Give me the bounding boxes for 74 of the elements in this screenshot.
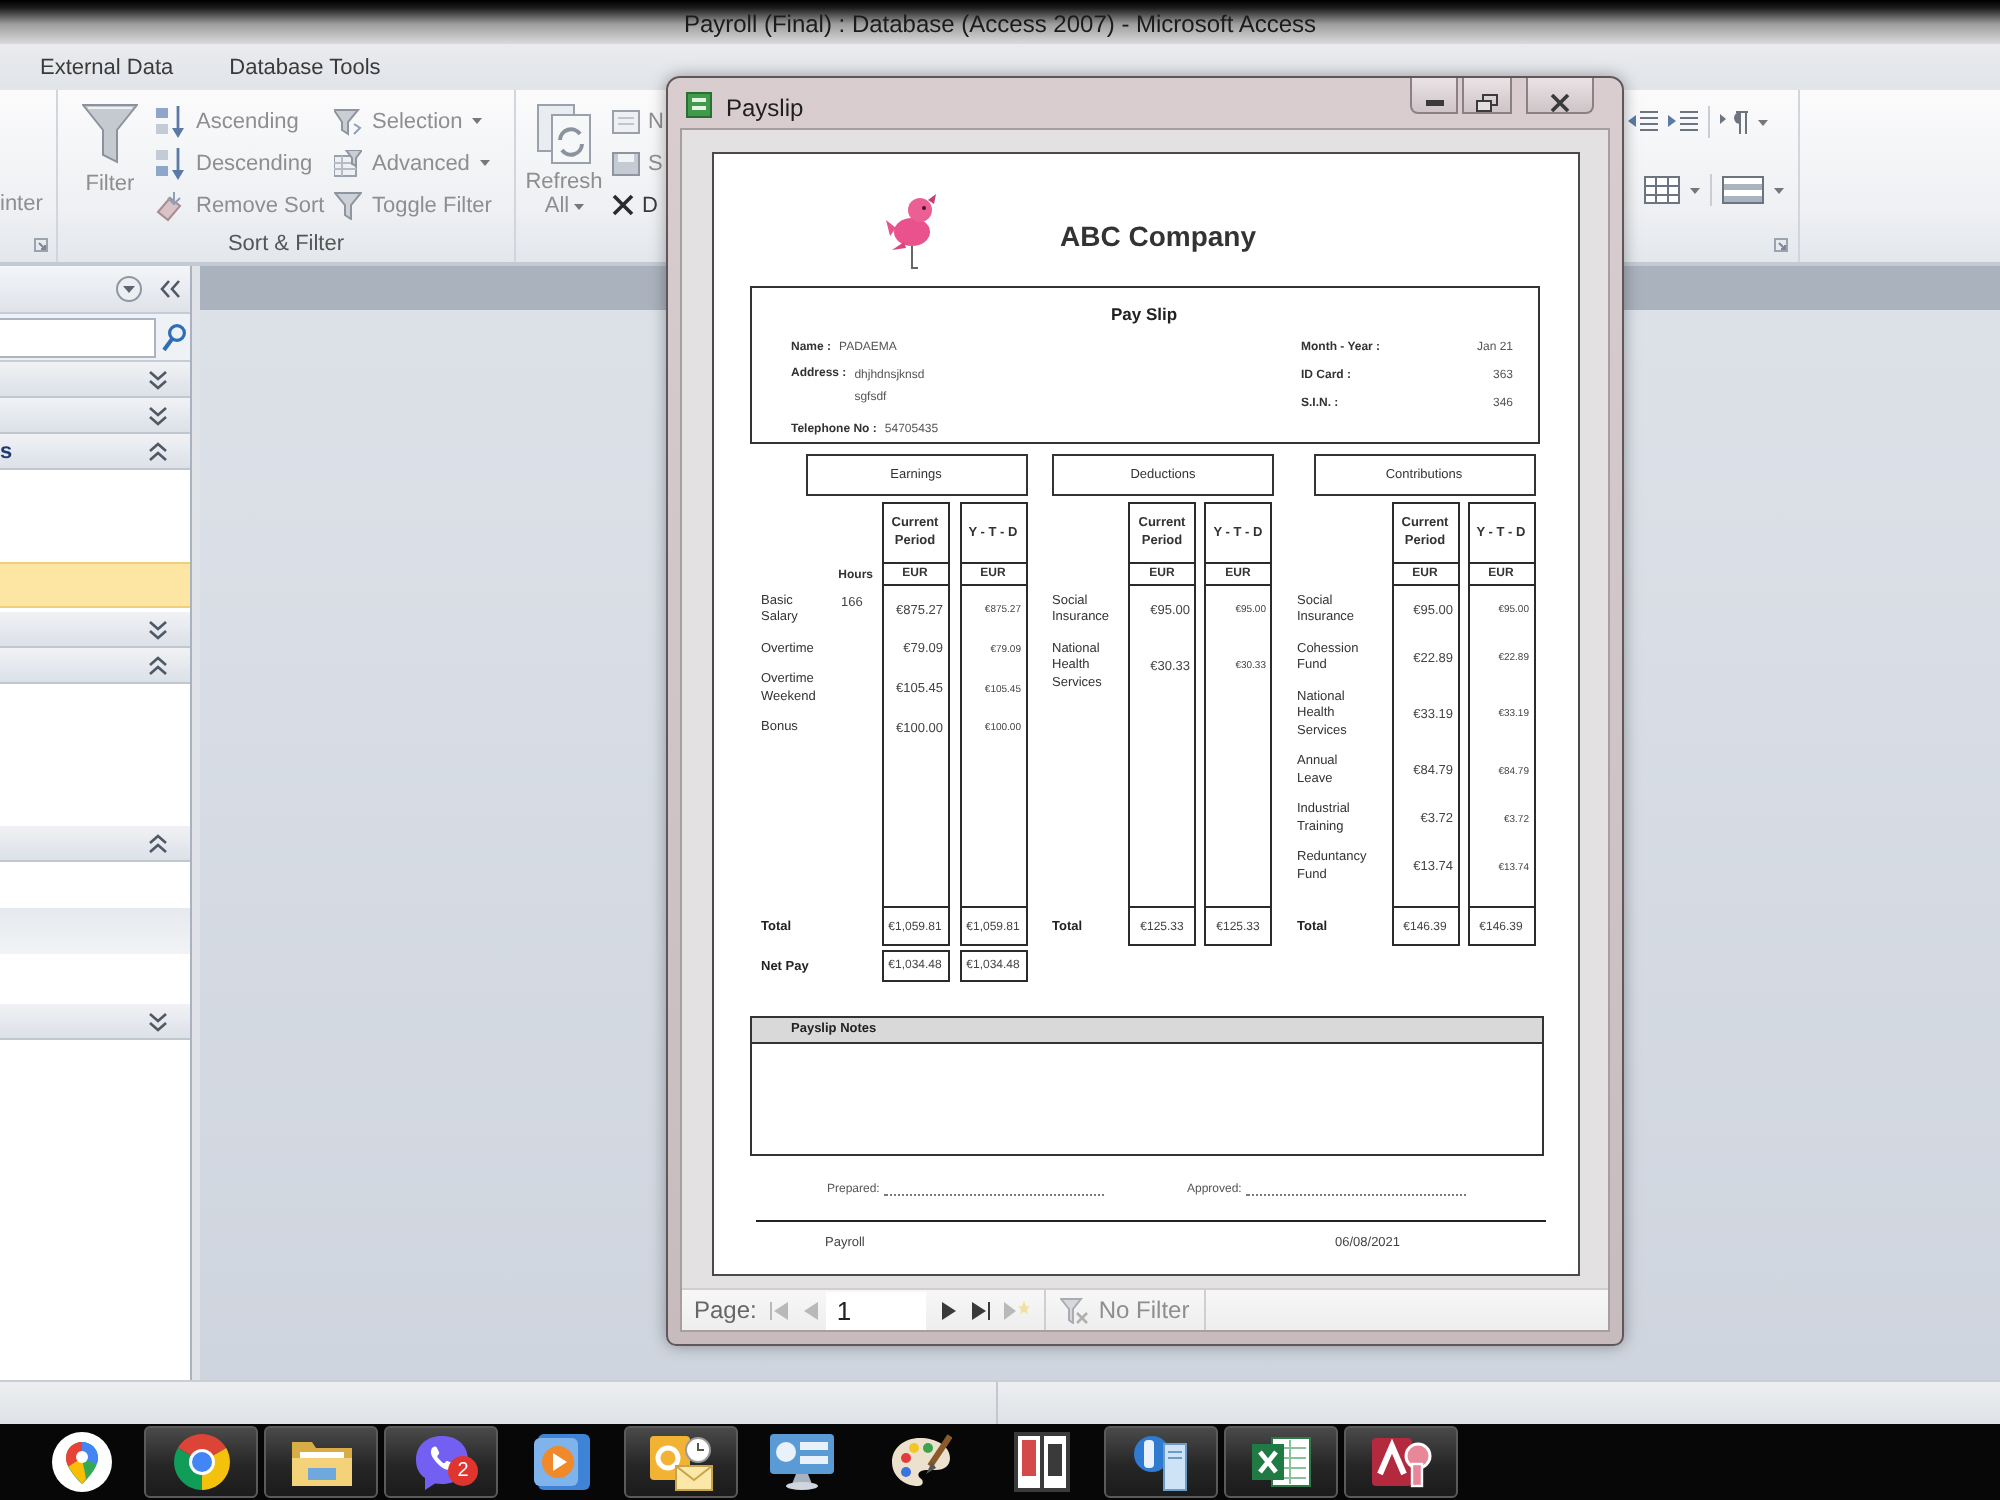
monitor-icon [769,1434,833,1490]
dropdown-icon[interactable] [116,276,142,302]
taskbar-button[interactable] [1104,1426,1218,1498]
paragraph-direction-icon[interactable] [1720,110,1748,134]
ribbon-button[interactable]: inter [0,184,43,226]
sort-ascending-icon [156,105,186,137]
collapse-icon[interactable] [160,280,180,298]
ribbon-tab[interactable]: Database Tools [229,51,381,83]
refresh-icon [536,104,592,164]
alternate-rows-icon[interactable] [1722,176,1764,204]
play-icon [533,1434,589,1490]
caret-icon [573,203,584,210]
decrease-indent-icon[interactable] [1628,110,1658,134]
payslip-heading: Pay Slip [1108,302,1180,326]
funnel-cross-icon [1060,1297,1089,1323]
taskbar-button[interactable] [144,1426,258,1498]
first-page-icon [769,1301,788,1319]
eraser-icon [156,189,186,221]
group-header[interactable]: s [0,434,190,470]
previous-page-icon [803,1301,818,1319]
minimize-icon [1425,99,1443,105]
search-field[interactable] [0,317,156,357]
spreadsheet-icon [1251,1434,1311,1490]
sort-descending-icon [156,147,186,179]
computer-icon [1131,1432,1191,1492]
launcher-icon[interactable] [34,237,48,251]
taskbar-button[interactable] [1224,1426,1338,1498]
restore-icon [1476,93,1498,111]
form-icon [686,92,712,118]
gridlines-icon[interactable] [1644,176,1680,204]
increase-indent-icon[interactable] [1668,110,1698,134]
filter-icon [82,104,138,164]
bird-logo [886,194,942,274]
taskbar-button[interactable] [264,1426,378,1498]
caret-icon [1690,187,1700,193]
company-name: ABC Company [1060,220,1257,254]
book-icon [1013,1432,1069,1492]
search-icon[interactable] [162,323,186,351]
group-label: Sort & Filter [227,232,345,256]
caret-icon [1774,187,1784,193]
browser-icon [171,1432,231,1492]
last-page-icon [971,1301,990,1319]
notification-count: 2 [448,1456,478,1486]
new-page-icon [1003,1300,1030,1320]
window-title: Payroll (Final) : Database (Access 2007) - Microsoft Access [683,10,1317,42]
funnel-icon [334,191,362,219]
new-record-icon [612,109,640,133]
close-button[interactable] [1526,78,1594,114]
delete-button[interactable]: D [612,184,664,226]
taskbar-button[interactable] [1344,1426,1458,1498]
launcher-icon[interactable] [1774,237,1788,251]
folder-icon [289,1436,353,1488]
taskbar-button[interactable]: 2 [384,1426,498,1498]
caret-icon [479,160,490,166]
delete-icon [612,194,634,216]
ribbon-tab[interactable]: External Data [40,51,174,83]
next-page-icon [941,1301,956,1319]
mail-icon [649,1432,713,1492]
map-pin-icon [51,1432,111,1492]
page-field[interactable]: 1 [826,1291,927,1329]
taskbar-button[interactable] [624,1426,738,1498]
save-icon [612,151,640,175]
group-title: s [0,437,13,465]
page-label: Page: [694,1296,757,1324]
caret-icon [472,118,483,124]
advanced-filter-icon [334,149,362,177]
close-icon [1550,93,1570,111]
caret-icon [1758,119,1768,125]
palette-icon [891,1434,951,1490]
minimize-button[interactable] [1410,78,1458,114]
window-title: Payslip [726,94,804,122]
selection-filter-icon [334,107,362,135]
restore-button[interactable] [1462,78,1512,114]
key-tile-icon [1371,1434,1431,1490]
